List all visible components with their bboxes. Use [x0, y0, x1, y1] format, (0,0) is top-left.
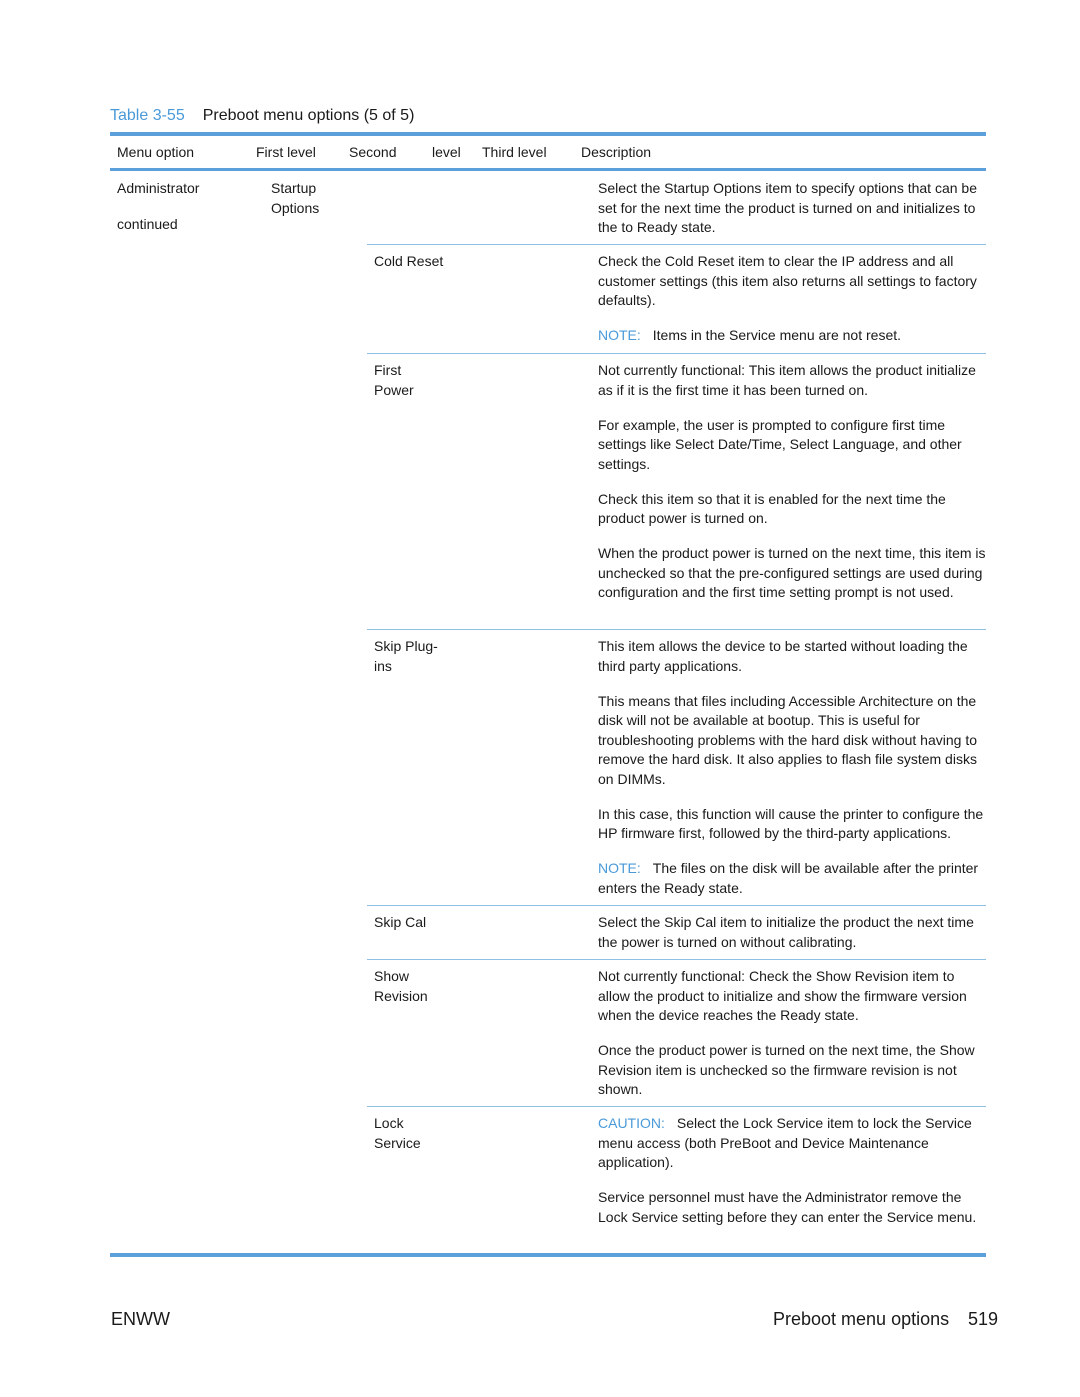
footer-section: Preboot menu options: [773, 1309, 950, 1329]
paragraph-text: Check the Cold Reset item to clear the I…: [598, 253, 977, 308]
paragraph-text: Select the Startup Options item to speci…: [598, 180, 977, 235]
description-paragraph: Check this item so that it is enabled fo…: [598, 490, 986, 529]
paragraph-text: This item allows the device to be starte…: [598, 638, 968, 674]
row-description: Not currently functional: Check the Show…: [598, 967, 986, 1115]
row-separator: [367, 353, 986, 354]
paragraph-text: Not currently functional: This item allo…: [598, 362, 976, 398]
admonition-label: CAUTION:: [598, 1115, 665, 1131]
description-paragraph: In this case, this function will cause t…: [598, 805, 986, 844]
admonition-paragraph: CAUTION: Select the Lock Service item to …: [598, 1114, 986, 1173]
description-paragraph: Select the Skip Cal item to initialize t…: [598, 913, 986, 952]
description-paragraph: Select the Startup Options item to speci…: [598, 179, 986, 238]
description-paragraph: This item allows the device to be starte…: [598, 637, 986, 676]
paragraph-text: For example, the user is prompted to con…: [598, 416, 962, 472]
row-separator: [367, 1106, 986, 1107]
row-separator: [367, 959, 986, 960]
second-level-value: Show Revision: [374, 968, 428, 1004]
description-paragraph: Not currently functional: Check the Show…: [598, 967, 986, 1026]
second-level-value: Skip Cal: [374, 914, 427, 930]
description-paragraph: Once the product power is turned on the …: [598, 1041, 986, 1100]
table-number: Table 3-55: [110, 107, 185, 124]
paragraph-text: In this case, this function will cause t…: [598, 805, 984, 842]
paragraph-text: Items in the Service menu are not reset.: [652, 327, 902, 343]
row-description: Check the Cold Reset item to clear the I…: [598, 252, 986, 361]
row-description: This item allows the device to be starte…: [598, 637, 986, 914]
second-level-value: Cold Reset: [374, 253, 444, 269]
row-separator: [367, 244, 986, 245]
paragraph-text: Select the Skip Cal item to initialize t…: [598, 914, 974, 950]
menu-option-continued: continued: [117, 216, 178, 232]
row-description: Select the Startup Options item to speci…: [598, 179, 986, 253]
row-separator: [367, 905, 986, 906]
admonition-label: NOTE:: [598, 860, 641, 876]
header-description: Description: [581, 144, 652, 160]
admonition-paragraph: NOTE: Items in the Service menu are not r…: [598, 326, 986, 346]
paragraph-text: When the product power is turned on the …: [598, 545, 986, 600]
description-paragraph: For example, the user is prompted to con…: [598, 416, 986, 475]
header-level: level: [432, 144, 461, 160]
header-second: Second: [349, 144, 397, 160]
second-level-value: Skip Plug-ins: [374, 638, 438, 674]
footer-page-number: 519: [968, 1309, 999, 1329]
paragraph-text: The files on the disk will be available …: [598, 860, 979, 896]
description-paragraph: This means that files including Accessib…: [598, 692, 986, 790]
first-level-value: Startup Options: [271, 180, 320, 216]
table-top-rule: [110, 132, 986, 136]
header-bottom-rule: [110, 168, 986, 171]
description-paragraph: When the product power is turned on the …: [598, 544, 986, 603]
row-description: Not currently functional: This item allo…: [598, 361, 986, 618]
paragraph-text: Not currently functional: Check the Show…: [598, 968, 967, 1023]
table-title: Preboot menu options (5 of 5): [202, 107, 415, 124]
description-paragraph: Not currently functional: This item allo…: [598, 361, 986, 400]
second-level-value: First Power: [374, 362, 414, 398]
admonition-paragraph: NOTE: The files on the disk will be avail…: [598, 859, 986, 898]
description-paragraph: Service personnel must have the Administ…: [598, 1188, 986, 1227]
row-description: CAUTION: Select the Lock Service item to …: [598, 1114, 986, 1243]
table-bottom-rule: [110, 1253, 986, 1257]
header-menu-option: Menu option: [117, 144, 195, 160]
second-level-value: Lock Service: [374, 1115, 421, 1151]
description-paragraph: Check the Cold Reset item to clear the I…: [598, 252, 986, 311]
paragraph-text: This means that files including Accessib…: [598, 692, 977, 787]
header-first-level: First level: [256, 144, 316, 160]
paragraph-text: Check this item so that it is enabled fo…: [598, 490, 946, 527]
table-caption: Table 3-55 Preboot menu options (5 of 5): [110, 107, 414, 125]
header-third-level: Third level: [482, 144, 547, 160]
admonition-label: NOTE:: [598, 327, 641, 343]
menu-option-name: Administrator: [117, 180, 200, 196]
paragraph-text: Once the product power is turned on the …: [598, 1042, 975, 1097]
footer-enww: ENWW: [111, 1309, 170, 1329]
paragraph-text: Service personnel must have the Administ…: [598, 1189, 977, 1225]
row-separator: [367, 629, 986, 630]
